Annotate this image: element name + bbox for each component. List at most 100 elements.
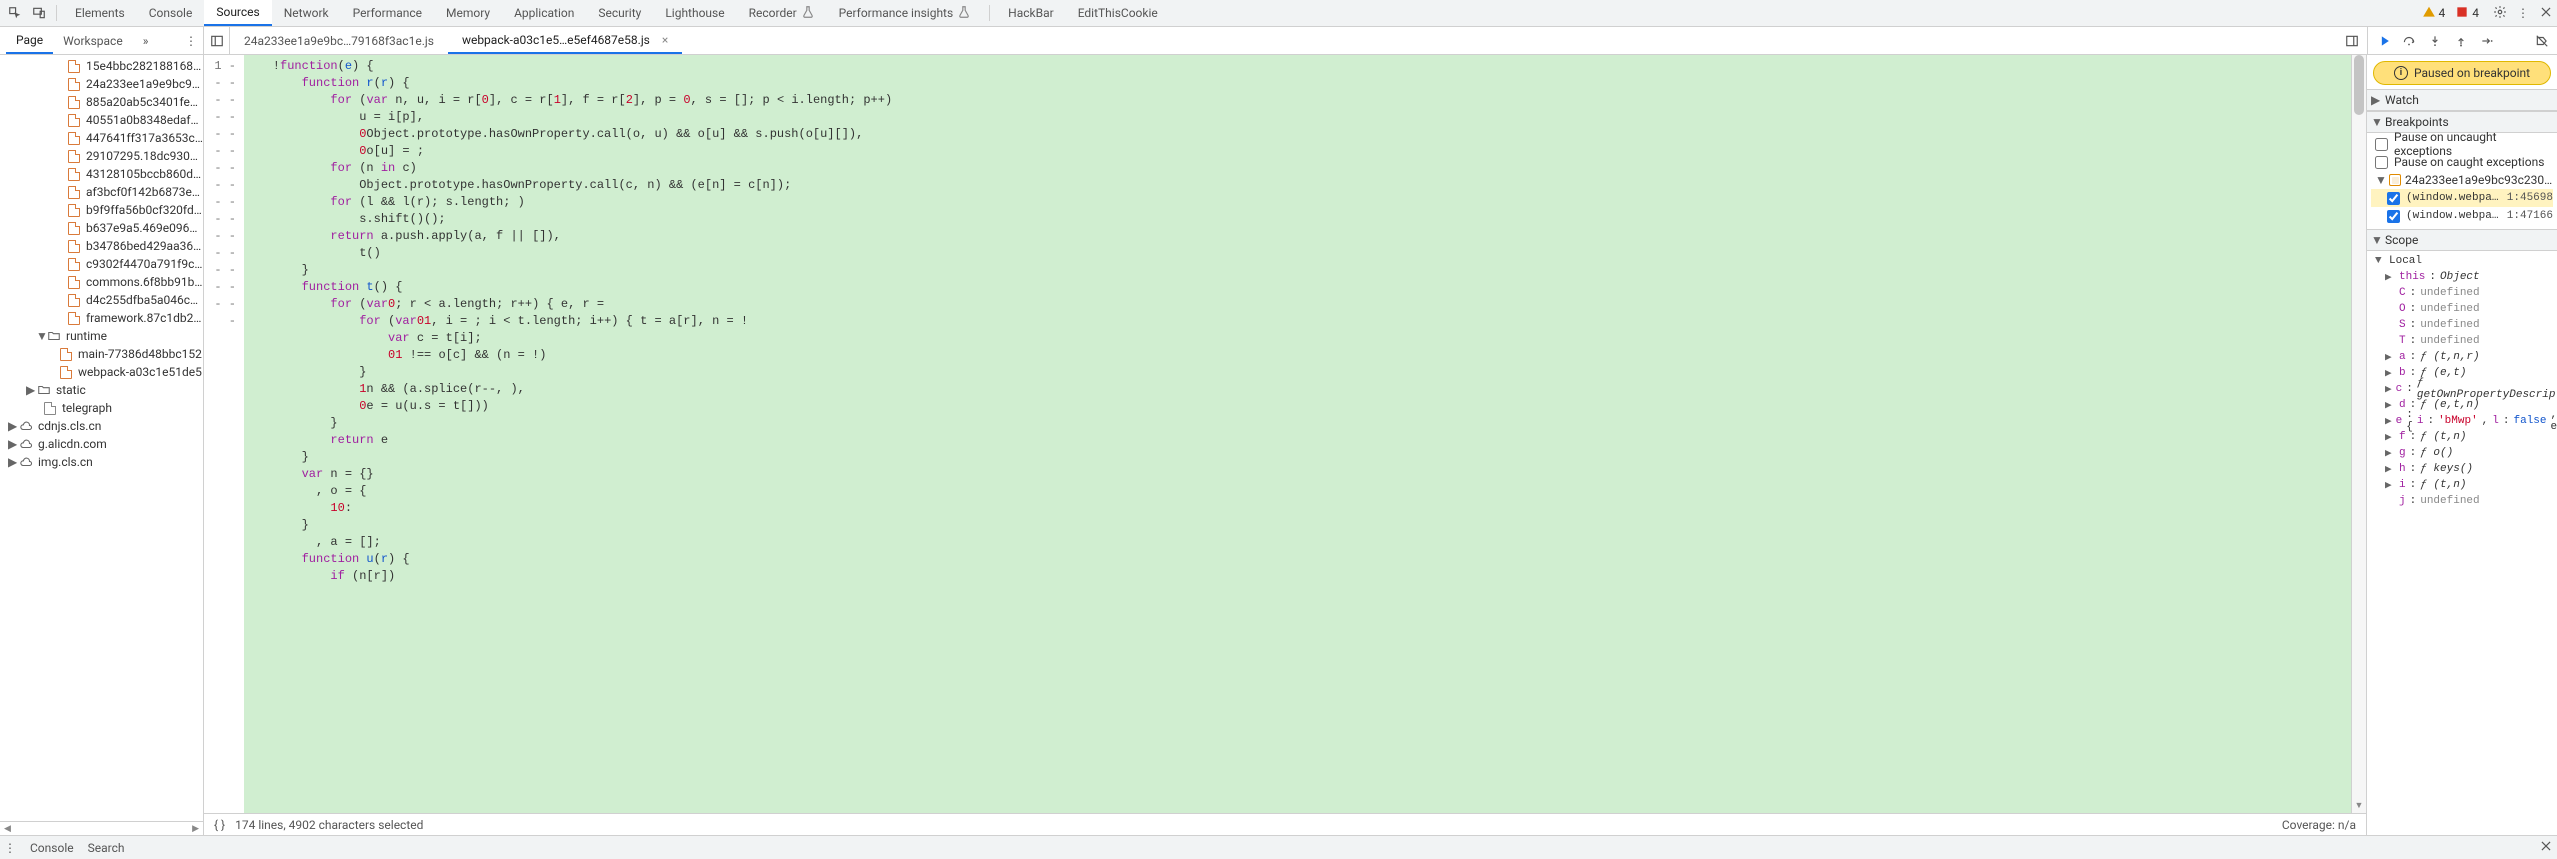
tree-file[interactable]: c9302f4470a791f9c8a3 [0,255,203,273]
toggle-navigator-icon[interactable] [204,27,230,54]
checkbox[interactable] [2375,156,2388,169]
devtools-tab-console[interactable]: Console [137,0,205,26]
issues-warning-count[interactable]: 4 [2422,5,2446,22]
editor-vertical-scrollbar[interactable]: ▼ [2351,55,2366,813]
devtools-tab-performance[interactable]: Performance [341,0,434,26]
checkbox[interactable] [2387,210,2400,223]
tree-file[interactable]: d4c255dfba5a046c97b [0,291,203,309]
breakpoint-option[interactable]: Pause on uncaught exceptions [2371,135,2553,153]
tree-horizontal-scrollbar[interactable]: ◀ ▶ [0,821,203,835]
devtools-tab-hackbar[interactable]: HackBar [996,0,1066,26]
drawer-menu-icon[interactable]: ⋮ [4,841,16,855]
devtools-tab-lighthouse[interactable]: Lighthouse [653,0,736,26]
scroll-right-icon[interactable]: ▶ [192,824,199,834]
scope-row[interactable]: ▶this: Object [2381,269,2553,285]
chevron-right-icon: ▶ [26,383,36,397]
file-tab[interactable]: 24a233ee1a9e9bc…79168f3ac1e.js [230,27,448,54]
tree-file[interactable]: 40551a0b8348edaf9ae [0,111,203,129]
inspect-icon[interactable] [4,2,26,24]
step-over-icon[interactable] [2402,34,2416,48]
devtools-tab-network[interactable]: Network [272,0,341,26]
scrollbar-thumb[interactable] [2354,55,2364,115]
resume-icon[interactable] [2376,34,2390,48]
devtools-tab-editthiscookie[interactable]: EditThisCookie [1066,0,1170,26]
kebab-menu-icon[interactable]: ⋮ [2517,6,2529,20]
drawer-tab-console[interactable]: Console [30,841,74,855]
scroll-left-icon[interactable]: ◀ [4,824,11,834]
tree-file[interactable]: 447641ff317a3653ce72 [0,129,203,147]
drawer-tab-search[interactable]: Search [88,841,125,855]
close-icon[interactable]: × [662,33,668,47]
scope-section-header[interactable]: ▼ Scope [2367,229,2557,251]
toggle-debugger-icon[interactable] [2337,34,2367,48]
tree-file[interactable]: b637e9a5.469e0964e7- [0,219,203,237]
tree-label: 447641ff317a3653ce72 [86,131,203,145]
tree-origin[interactable]: ▶cdnjs.cls.cn [0,417,203,435]
breakpoint-item[interactable]: (window.webpack…1:47166 [2371,207,2553,225]
scope-row[interactable]: ▶e: {i: 'bMwp', l: false, exp [2381,413,2553,429]
scope-row[interactable]: T: undefined [2381,333,2553,349]
devtools-tab-application[interactable]: Application [502,0,586,26]
watch-section-header[interactable]: ▶ Watch [2367,89,2557,111]
devtools-tab-security[interactable]: Security [586,0,653,26]
file-tab[interactable]: webpack-a03c1e5…e5ef4687e58.js× [448,27,682,54]
deactivate-breakpoints-icon[interactable] [2535,34,2549,48]
navigator-tab-page[interactable]: Page [6,27,53,54]
settings-gear-icon[interactable] [2493,5,2507,22]
scope-row[interactable]: ▼Local [2371,253,2553,269]
breakpoint-option[interactable]: Pause on caught exceptions [2371,153,2553,171]
scope-row[interactable]: S: undefined [2381,317,2553,333]
scope-row[interactable]: O: undefined [2381,301,2553,317]
close-drawer-icon[interactable] [2539,839,2553,856]
scope-row[interactable]: ▶i: ƒ (t,n) [2381,477,2553,493]
tree-file[interactable]: b9f9ffa56b0cf320fd85f [0,201,203,219]
code-content[interactable]: !function(e) { function r(r) { for (var … [244,55,2351,813]
tree-origin[interactable]: ▶g.alicdn.com [0,435,203,453]
devtools-tab-performance-insights[interactable]: Performance insights [827,0,984,26]
breakpoint-item[interactable]: (window.webpack…1:45698 [2371,189,2553,207]
tree-file[interactable]: 43128105bccb860dd86 [0,165,203,183]
option-label: Pause on caught exceptions [2394,155,2544,169]
tree-file[interactable]: af3bcf0f142b6873e15ff [0,183,203,201]
tree-file[interactable]: commons.6f8bb91b334 [0,273,203,291]
step-out-icon[interactable] [2454,34,2468,48]
tree-folder[interactable]: ▼runtime [0,327,203,345]
devtools-tab-memory[interactable]: Memory [434,0,502,26]
step-into-icon[interactable] [2428,34,2442,48]
breakpoint-file[interactable]: ▼24a233ee1a9e9bc93c2300… [2371,171,2553,189]
scope-row[interactable]: ▶g: ƒ o() [2381,445,2553,461]
tree-file[interactable]: telegraph [0,399,203,417]
tree-file[interactable]: 29107295.18dc9302014 [0,147,203,165]
devtools-tab-sources[interactable]: Sources [204,0,271,26]
scope-row[interactable]: j: undefined [2381,493,2553,509]
navigator-tab-workspace[interactable]: Workspace [53,27,133,54]
navigator-more-tabs[interactable]: » [137,34,155,48]
tree-file[interactable]: 15e4bbc2821881682f3 [0,57,203,75]
scope-row[interactable]: ▶c: ƒ getOwnPropertyDescripto [2381,381,2553,397]
file-tree[interactable]: 15e4bbc2821881682f324a233ee1a9e9bc93c288… [0,55,203,821]
tree-label: img.cls.cn [38,455,203,469]
scroll-down-icon[interactable]: ▼ [2352,800,2366,811]
issues-error-count[interactable]: 4 [2455,5,2479,22]
code-editor[interactable]: 1 - - - - - - - - - - - - - - - - - - - … [204,55,2366,813]
device-toggle-icon[interactable] [28,2,50,24]
scope-row[interactable]: C: undefined [2381,285,2553,301]
devtools-tab-elements[interactable]: Elements [63,0,137,26]
tree-file[interactable]: 885a20ab5c3401fe9dfe [0,93,203,111]
tree-origin[interactable]: ▶img.cls.cn [0,453,203,471]
tree-file[interactable]: framework.87c1db2709 [0,309,203,327]
step-icon[interactable] [2480,34,2494,48]
pretty-print-icon[interactable]: { } [214,818,225,832]
checkbox[interactable] [2387,192,2400,205]
close-devtools-icon[interactable] [2539,5,2553,22]
tree-file[interactable]: b34786bed429aa365d9 [0,237,203,255]
scope-row[interactable]: ▶a: ƒ (t,n,r) [2381,349,2553,365]
devtools-tab-recorder[interactable]: Recorder [737,0,827,26]
tree-file[interactable]: webpack-a03c1e51de5 [0,363,203,381]
checkbox[interactable] [2375,138,2388,151]
navigator-menu-icon[interactable]: ⋮ [179,34,203,48]
scope-row[interactable]: ▶h: ƒ keys() [2381,461,2553,477]
tree-folder[interactable]: ▶static [0,381,203,399]
tree-file[interactable]: 24a233ee1a9e9bc93c2 [0,75,203,93]
tree-file[interactable]: main-77386d48bbc152 [0,345,203,363]
